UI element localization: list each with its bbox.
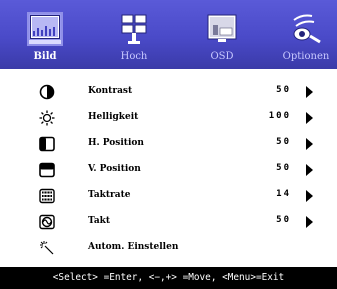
phase-icon [39,214,55,230]
contrast-icon [39,84,55,100]
v-position-icon [39,162,55,178]
tab-bild-label: Bild [33,51,57,62]
menu-item-takt[interactable]: Takt 50 [0,210,337,234]
footer-hint: <Select> =Enter, <−,+> =Move, <Menu>=Exi… [0,267,337,289]
arrow-right-icon [306,164,313,176]
menu-label-autom-einstellen: Autom. Einstellen [88,242,179,252]
menu-item-taktrate[interactable]: Taktrate 14 [0,184,337,208]
menu-item-h-position[interactable]: H. Position 50 [0,132,337,156]
menu-label-taktrate: Taktrate [88,190,131,200]
picture-icon [27,12,63,46]
tab-hoch-label: Hoch [120,51,148,62]
tab-osd[interactable]: OSD [200,0,244,69]
brightness-icon [39,110,55,126]
tab-osd-label: OSD [210,51,234,62]
arrow-right-icon [306,216,313,228]
tab-bild[interactable]: Bild [20,0,70,69]
menu-label-v-position: V. Position [88,164,141,174]
tab-optionen-label: Optionen [282,51,330,62]
arrow-right-icon [306,190,313,202]
menu-value-takt: 50 [276,215,291,225]
auto-adjust-icon [40,241,54,255]
menu-item-autom-einstellen[interactable]: Autom. Einstellen [0,236,337,260]
menu-label-takt: Takt [88,216,111,226]
menu-item-kontrast[interactable]: Kontrast 50 [0,80,337,104]
arrow-right-icon [306,138,313,150]
menu-item-helligkeit[interactable]: Helligkeit 100 [0,106,337,130]
osd-icon [207,14,237,42]
menu-value-h-position: 50 [276,137,291,147]
clock-rate-icon [39,188,55,204]
menu-value-helligkeit: 100 [268,111,291,121]
advanced-icon [121,14,147,44]
arrow-right-icon [306,86,313,98]
arrow-right-icon [306,112,313,124]
menu-label-h-position: H. Position [88,138,144,148]
menu-value-v-position: 50 [276,163,291,173]
options-icon [293,14,321,44]
tab-bar: Bild Hoch OSD Optionen [0,0,337,69]
tab-hoch[interactable]: Hoch [112,0,156,69]
menu-value-kontrast: 50 [276,85,291,95]
menu-item-v-position[interactable]: V. Position 50 [0,158,337,182]
osd-menu: Bild Hoch OSD Optionen Kontrast 50 Helli… [0,0,337,289]
h-position-icon [39,136,55,152]
menu-label-kontrast: Kontrast [88,86,133,96]
tab-optionen[interactable]: Optionen [278,0,334,69]
menu-value-taktrate: 14 [276,189,291,199]
menu-label-helligkeit: Helligkeit [88,112,139,122]
